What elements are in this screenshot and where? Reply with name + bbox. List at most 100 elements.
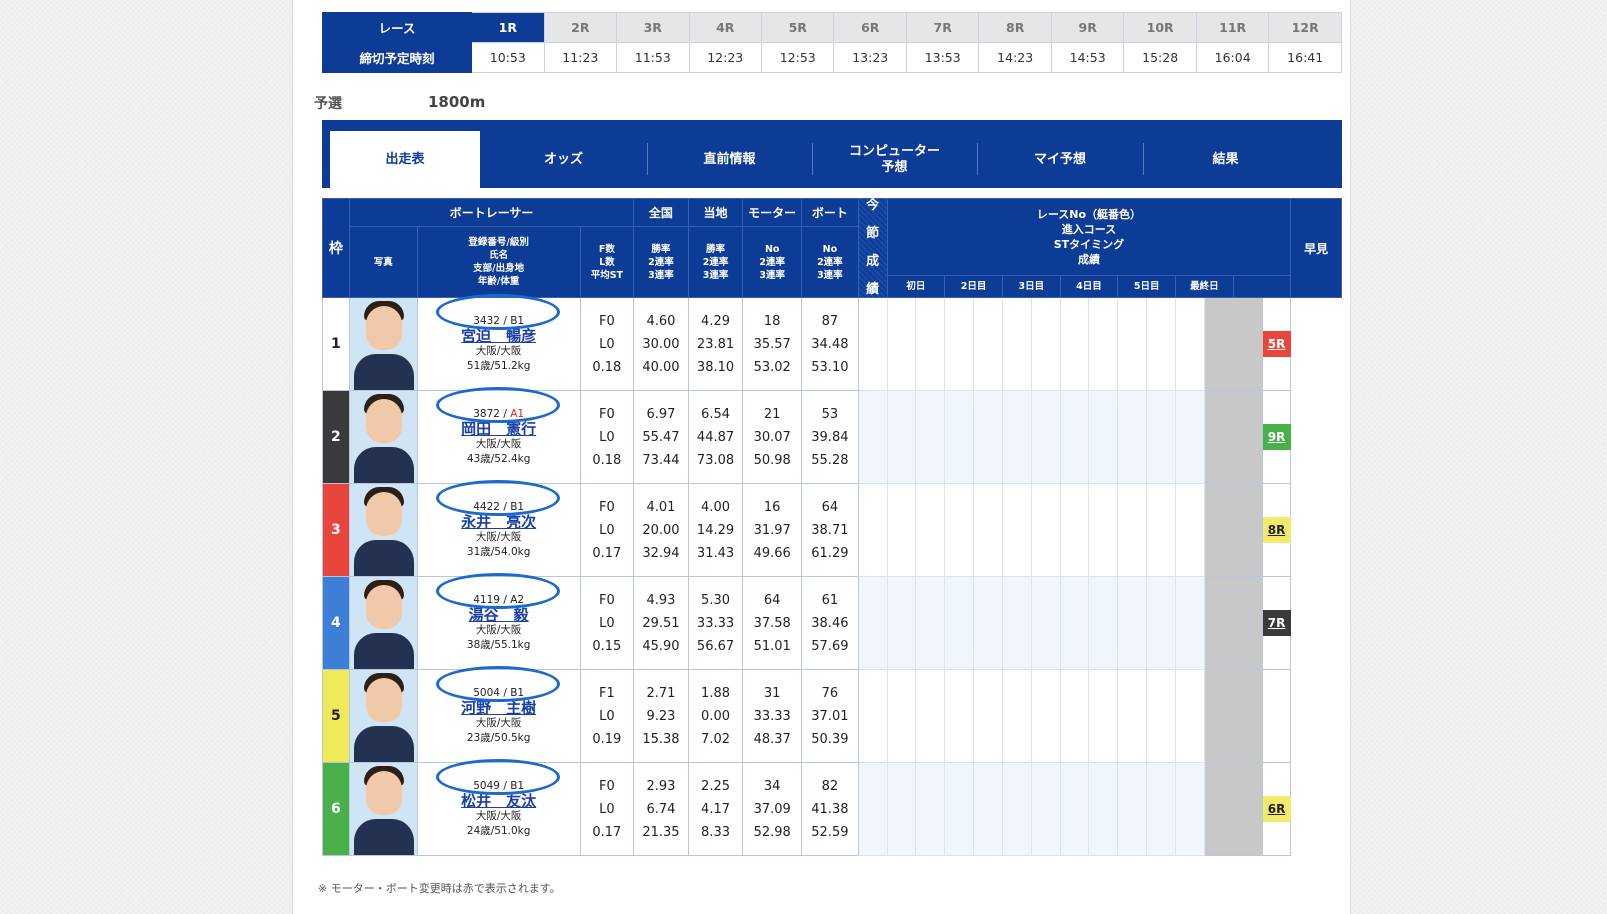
series-cell (1001, 483, 1032, 577)
boat-value: 61 (821, 592, 839, 608)
race-tab-6[interactable]: 6R (833, 12, 907, 43)
tab-separator (647, 143, 648, 175)
tab-4[interactable]: マイ予想 (977, 131, 1143, 188)
tab-5[interactable]: 結果 (1143, 131, 1308, 188)
nat-value: 4.60 (646, 313, 676, 329)
l-count: L0 (599, 336, 615, 352)
race-tab-12[interactable]: 12R (1268, 12, 1342, 43)
racer-photo[interactable] (348, 390, 418, 484)
hayami-badge[interactable]: 7R (1262, 610, 1291, 636)
loc-value: 0.00 (701, 708, 730, 724)
series-cell (1117, 762, 1148, 856)
face (365, 678, 402, 722)
series-cell (1088, 669, 1119, 763)
race-time-8: 14:23 (978, 42, 1052, 73)
hayami-badge[interactable]: 6R (1262, 796, 1291, 822)
hayami-badge[interactable]: 8R (1262, 517, 1291, 543)
series-cell (1059, 483, 1090, 577)
loc-value: 4.00 (701, 499, 730, 515)
loc-value: 44.87 (696, 429, 735, 445)
hayami-cell: 9R (1261, 390, 1292, 484)
motor-header: モーター (742, 198, 803, 227)
racer-photo[interactable] (348, 669, 418, 763)
race-tab-1[interactable]: 1R (471, 12, 545, 43)
motor-cell: 64 37.58 51.01 (742, 576, 803, 670)
racer-class: A1 (510, 408, 525, 420)
racer-photo[interactable] (348, 483, 418, 577)
boat-value: 76 (821, 685, 839, 701)
series-cell (915, 483, 946, 577)
tab-3[interactable]: コンピューター 予想 (812, 131, 977, 188)
tab-0[interactable]: 出走表 (330, 131, 480, 188)
racecard-table: 枠 ボートレーサー 全国 当地 モーター ボート 今 節 成 績 レースNo（艇… (322, 198, 1342, 856)
racer-branch: 大阪/大阪 (475, 810, 522, 822)
series-cell (1030, 483, 1061, 577)
nat-value: 2.71 (646, 685, 676, 701)
series-cell (1146, 390, 1176, 484)
racer-name[interactable]: 永井 亮次 (418, 515, 580, 530)
series-spare (1203, 576, 1263, 670)
race-tab-4[interactable]: 4R (688, 12, 763, 43)
series-cell (915, 762, 946, 856)
waku-header: 枠 (322, 198, 350, 298)
loc-cell: 4.29 23.81 38.10 (687, 297, 744, 391)
waku-number: 6 (322, 762, 350, 856)
series-cell (1117, 669, 1148, 763)
racer-photo[interactable] (348, 762, 418, 856)
boat-value: 57.69 (811, 638, 849, 654)
boat-cell: 87 34.48 53.10 (801, 297, 859, 391)
nat-value: 40.00 (642, 359, 680, 375)
race-tab-9[interactable]: 9R (1050, 12, 1125, 43)
hayami-badge[interactable]: 9R (1262, 424, 1291, 450)
series-cell (1088, 297, 1119, 391)
tab-1[interactable]: オッズ (480, 131, 647, 188)
series-cell (1001, 669, 1032, 763)
motor-value: 35.57 (753, 336, 791, 352)
motor-value: 16 (763, 499, 781, 515)
l-count: L0 (599, 522, 615, 538)
hayami-cell: 7R (1261, 576, 1292, 670)
racer-info: 5049 / B1 松井 友汰 大阪/大阪 24歳/51.0kg (416, 759, 581, 856)
motor-cell: 31 33.33 48.37 (742, 669, 803, 763)
racer-name[interactable]: 岡田 憲行 (418, 422, 580, 437)
reg-number: 5049 (473, 780, 500, 792)
motor-value: 53.02 (753, 359, 791, 375)
loc-value: 73.08 (696, 452, 735, 468)
loc-cell: 2.25 4.17 8.33 (687, 762, 744, 856)
hayami-cell: 5R (1261, 297, 1292, 391)
racer-info: 4119 / A2 湯谷 毅大阪/大阪 38歳/55.1kg (416, 573, 581, 670)
footnote: ※ モーター・ボート変更時は赤で表示されます。 (318, 882, 561, 895)
race-tab-5[interactable]: 5R (760, 12, 835, 43)
race-time-4: 12:23 (688, 42, 763, 73)
face (365, 306, 402, 350)
boat-cell: 64 38.71 61.29 (801, 483, 859, 577)
hayami-badge[interactable]: 5R (1262, 331, 1291, 357)
race-distance: 1800m (428, 93, 486, 111)
tab-2[interactable]: 直前情報 (647, 131, 812, 188)
racer-photo[interactable] (348, 297, 418, 391)
race-time-9: 14:53 (1050, 42, 1125, 73)
race-tab-11[interactable]: 11R (1195, 12, 1270, 43)
racer-info: 5004 / B1 河野 主樹 大阪/大阪 23歳/50.5kg (416, 666, 581, 763)
series-cell (1059, 762, 1090, 856)
race-tab-10[interactable]: 10R (1123, 12, 1197, 43)
racer-name[interactable]: 湯谷 毅 (418, 608, 580, 623)
racer-photo[interactable] (348, 576, 418, 670)
racer-name[interactable]: 松井 友汰 (418, 794, 580, 809)
race-tab-3[interactable]: 3R (616, 12, 690, 43)
race-time-2: 11:23 (543, 42, 618, 73)
series-cell (886, 297, 917, 391)
racer-name[interactable]: 河野 主樹 (418, 701, 580, 716)
waku-number: 4 (322, 576, 350, 670)
racer-name[interactable]: 宮迫 暢彦 (418, 329, 580, 344)
race-tab-7[interactable]: 7R (905, 12, 980, 43)
racer-age-weight: 38歳/55.1kg (466, 639, 531, 651)
fl-st-cell: F0 L0 0.18 (579, 297, 635, 391)
series-cell (944, 483, 975, 577)
photo-header: 写真 (348, 226, 418, 298)
series-cell (1174, 390, 1205, 484)
race-tab-2[interactable]: 2R (543, 12, 618, 43)
race-tab-8[interactable]: 8R (978, 12, 1052, 43)
loc-value: 5.30 (701, 592, 730, 608)
nat-value: 29.51 (642, 615, 680, 631)
